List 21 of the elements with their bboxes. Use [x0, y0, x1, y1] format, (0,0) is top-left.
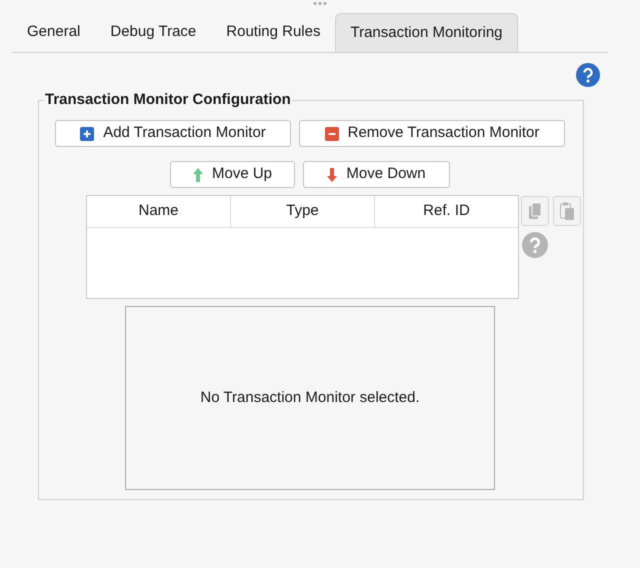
plus-icon — [80, 126, 94, 140]
column-header[interactable]: Name — [87, 196, 230, 227]
tab[interactable]: Routing Rules — [211, 13, 336, 52]
arrow-up-icon — [192, 168, 203, 182]
column-header[interactable]: Type — [230, 196, 374, 227]
copy-icon — [529, 203, 541, 219]
group-title: Transaction Monitor Configuration — [44, 91, 292, 109]
button[interactable]: Add Transaction Monitor — [55, 120, 291, 147]
button[interactable]: Move Up — [170, 161, 295, 188]
tab[interactable]: Debug Trace — [95, 13, 212, 52]
minus-icon — [324, 126, 339, 140]
status-message: No Transaction Monitor selected. — [200, 388, 420, 408]
button[interactable]: Move Down — [303, 161, 450, 188]
drag-handle-icon[interactable] — [312, 1, 328, 6]
clipboard-icon — [560, 202, 574, 220]
column-header[interactable]: Ref. ID — [374, 196, 518, 227]
help-icon[interactable] — [576, 63, 600, 87]
button[interactable]: Remove Transaction Monitor — [299, 120, 565, 147]
tab[interactable]: General — [12, 13, 96, 52]
tab[interactable]: Transaction Monitoring — [335, 13, 518, 52]
arrow-down-icon — [327, 168, 338, 182]
